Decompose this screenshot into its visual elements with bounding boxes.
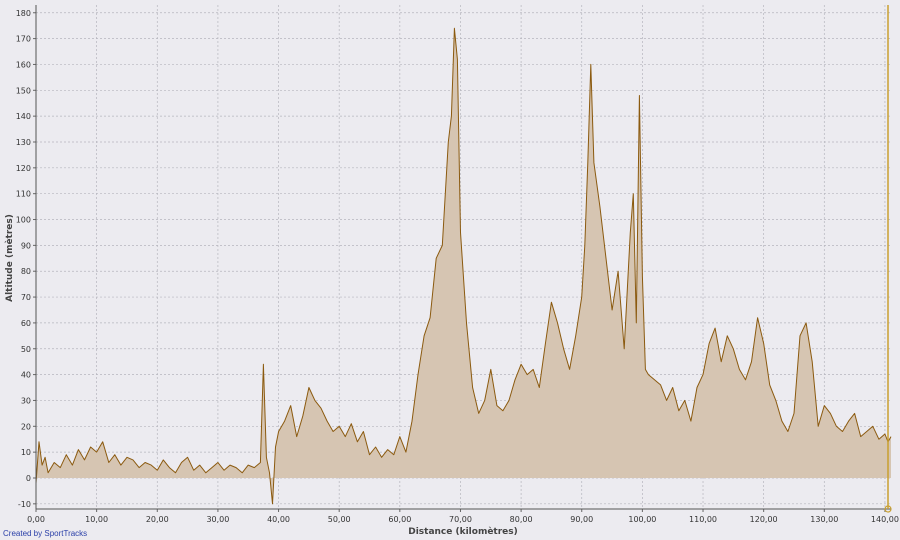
x-tick-label: 80,00	[510, 515, 533, 524]
x-tick-label: 0,00	[27, 515, 45, 524]
y-tick-label: 160	[16, 60, 31, 69]
x-tick-label: 10,00	[85, 515, 108, 524]
x-tick-label: 70,00	[449, 515, 472, 524]
x-tick-label: 120,00	[750, 515, 778, 524]
y-axis-label: Altitude (mètres)	[4, 214, 15, 302]
x-tick-label: 60,00	[388, 515, 411, 524]
y-tick-label: 30	[21, 396, 31, 405]
y-tick-label: 20	[21, 422, 31, 431]
x-tick-label: 90,00	[570, 515, 593, 524]
y-tick-label: 90	[21, 241, 31, 250]
x-tick-label: 130,00	[810, 515, 838, 524]
y-tick-label: -10	[18, 500, 31, 509]
altitude-chart: -10 0 10 20 30 40 50 60 70 80 90 100 110 120 130 140 150…	[4, 5, 899, 537]
x-tick-label: 30,00	[206, 515, 229, 524]
x-tick-label: 20,00	[146, 515, 169, 524]
x-tick-label: 140,00	[871, 515, 899, 524]
y-tick-label: 100	[16, 216, 31, 225]
y-tick-label: 120	[16, 164, 31, 173]
x-axis-label: Distance (kilomètres)	[408, 526, 518, 537]
y-tick-label: 130	[16, 138, 31, 147]
x-tick-label: 40,00	[267, 515, 290, 524]
y-tick-label: 150	[16, 86, 31, 95]
y-tick-label: 0	[26, 474, 31, 483]
x-tick-label: 100,00	[628, 515, 656, 524]
y-tick-label: 180	[16, 9, 31, 18]
y-tick-label: 70	[21, 293, 31, 302]
y-tick-label: 140	[16, 112, 31, 121]
x-tick-label: 50,00	[328, 515, 351, 524]
y-tick-label: 60	[21, 319, 31, 328]
credit-text: Created by SportTracks	[3, 529, 88, 538]
x-tick-label: 110,00	[689, 515, 717, 524]
y-tick-label: 110	[16, 190, 31, 199]
y-tick-label: 50	[21, 345, 31, 354]
y-tick-label: 40	[21, 371, 31, 380]
y-tick-label: 80	[21, 267, 31, 276]
y-tick-label: 10	[21, 448, 31, 457]
y-tick-label: 170	[16, 35, 31, 44]
